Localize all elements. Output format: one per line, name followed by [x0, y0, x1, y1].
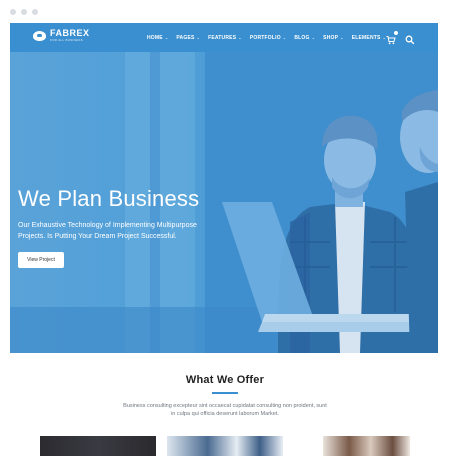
view-project-button[interactable]: View Project: [18, 252, 64, 268]
hero-title: We Plan Business: [18, 186, 200, 211]
search-icon[interactable]: [405, 32, 415, 45]
section-title: What We Offer: [185, 374, 265, 386]
logo[interactable]: FABREX FOR ALL BUSINESS: [33, 29, 90, 42]
chevron-down-icon: ⌄: [311, 35, 316, 40]
window-dot: [32, 9, 38, 15]
service-card-image[interactable]: [40, 436, 156, 456]
service-card-image[interactable]: [323, 436, 410, 456]
service-cards: [40, 436, 410, 456]
window-controls: [10, 9, 38, 15]
brand-tagline: FOR ALL BUSINESS: [50, 38, 84, 42]
menu-item-features[interactable]: FEATURES ⌄: [208, 35, 242, 41]
chevron-down-icon: ⌄: [340, 35, 344, 40]
main-menu: HOME ⌄ PAGES ⌄ FEATURES ⌄ PORTFOLIO ⌄ BLOG ⌄ …: [147, 23, 386, 52]
chevron-down-icon: ⌄: [238, 35, 242, 40]
menu-item-home[interactable]: HOME ⌄: [147, 35, 168, 41]
menu-item-shop[interactable]: SHOP ⌄: [323, 35, 344, 41]
chevron-down-icon: ⌄: [196, 35, 201, 40]
hero-section: We Plan Business Our Exhaustive Technolo…: [10, 52, 438, 353]
section-description: Business consulting excepteur sint occae…: [123, 403, 327, 417]
menu-item-blog[interactable]: BLOG ⌄: [294, 35, 315, 41]
menu-item-portfolio[interactable]: PORTFOLIO ⌄: [250, 35, 287, 41]
chevron-down-icon: ⌄: [282, 35, 287, 40]
cart-badge: [394, 31, 398, 35]
navbar: FABREX FOR ALL BUSINESS HOME ⌄ PAGES ⌄ FEA…: [10, 23, 438, 52]
website-frame: FABREX FOR ALL BUSINESS HOME ⌄ PAGES ⌄ FEA…: [10, 23, 438, 353]
chevron-down-icon: ⌄: [164, 35, 169, 40]
menu-item-elements[interactable]: ELEMENTS ⌄: [352, 35, 386, 41]
brand-name: FABREX: [50, 28, 90, 38]
window-dot: [21, 9, 27, 15]
cart-icon[interactable]: [386, 31, 398, 45]
title-underline: [212, 392, 238, 394]
logo-icon: [33, 30, 46, 41]
window-dot: [10, 9, 16, 15]
menu-item-pages[interactable]: PAGES ⌄: [176, 35, 200, 41]
hero-description: Our Exhaustive Technology of Implementin…: [18, 222, 197, 240]
service-card-image[interactable]: [167, 436, 283, 456]
